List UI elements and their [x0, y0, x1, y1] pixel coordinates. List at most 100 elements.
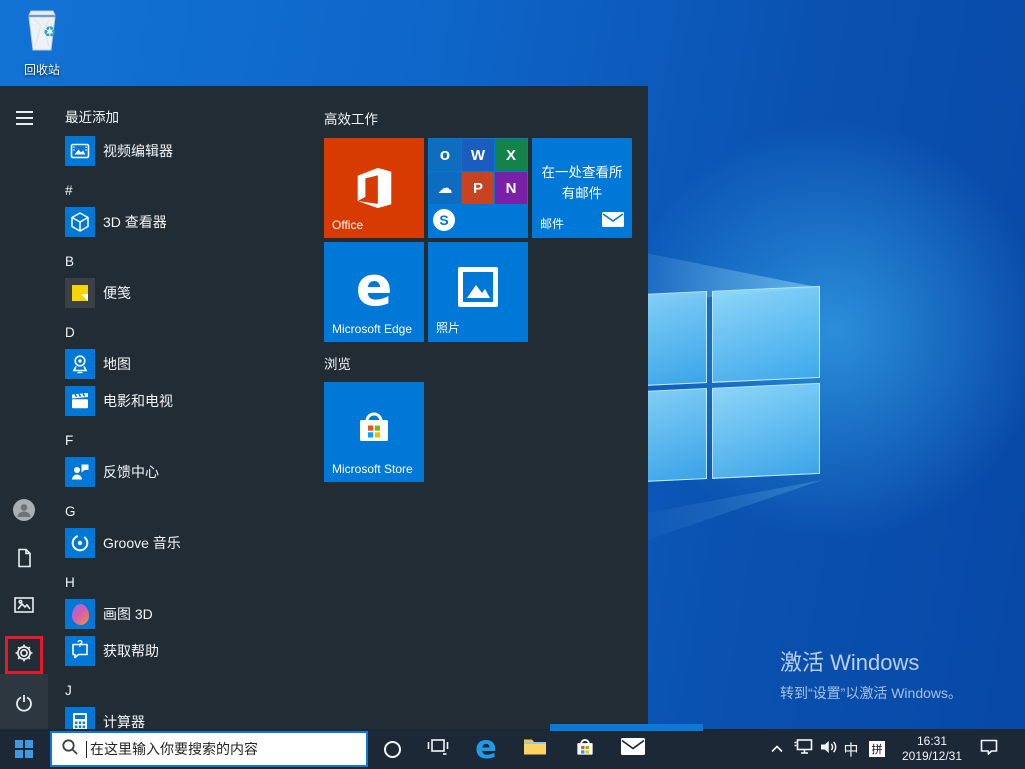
taskbar: e	[0, 728, 1025, 769]
get-help-icon: ?	[65, 636, 95, 666]
sticky-notes-icon	[65, 278, 95, 308]
skype-icon: S	[433, 209, 455, 231]
app-list-header-F[interactable]: F	[65, 423, 324, 457]
action-center-icon	[979, 738, 999, 761]
taskbar-search-box[interactable]	[50, 731, 368, 767]
file-explorer-button[interactable]	[517, 729, 553, 769]
app-item-video-editor[interactable]: 视频编辑器	[65, 136, 324, 166]
app-item-feedback-hub[interactable]: 反馈中心	[65, 457, 324, 487]
tray-clock-button[interactable]: 16:31 2019/12/31	[893, 729, 971, 769]
search-input[interactable]	[90, 741, 366, 757]
envelope-icon	[621, 738, 645, 760]
network-ethernet-icon	[793, 738, 815, 760]
tile-microsoft-edge[interactable]: e Microsoft Edge	[324, 242, 424, 342]
powerpoint-icon: P	[462, 172, 494, 204]
pictures-icon	[14, 596, 34, 618]
recycle-symbol-icon: ♻	[43, 24, 57, 41]
office-apps-mini-grid: o W X ☁ P N S	[428, 138, 528, 238]
expand-menu-button[interactable]	[0, 94, 48, 142]
start-menu-rail	[0, 86, 48, 729]
mail-tile-text: 在一处查看所有邮件	[541, 165, 623, 201]
video-editor-icon	[65, 136, 95, 166]
folder-icon	[523, 737, 547, 761]
start-menu: 最近添加 视频编辑器 # 3D 查看器 B 便笺 D 地图 电影和电视 F 反馈…	[0, 86, 648, 729]
tile-group-header-productivity[interactable]: 高效工作	[324, 108, 378, 128]
app-item-calculator[interactable]: 计算器	[65, 707, 324, 729]
app-item-get-help[interactable]: ? 获取帮助	[65, 636, 324, 666]
app-list-header-D[interactable]: D	[65, 315, 324, 349]
maps-icon	[65, 349, 95, 379]
app-item-maps[interactable]: 地图	[65, 349, 324, 379]
gear-icon	[14, 643, 34, 668]
app-list-header-B[interactable]: B	[65, 244, 324, 278]
envelope-icon	[602, 212, 624, 232]
tray-ime-language-button[interactable]: 中	[841, 729, 861, 769]
edge-icon: e	[475, 728, 497, 766]
user-account-button[interactable]	[0, 488, 48, 536]
chevron-up-icon	[770, 740, 784, 758]
document-icon	[15, 548, 33, 573]
app-list-header-J[interactable]: J	[65, 673, 324, 707]
tile-photos[interactable]: 照片	[428, 242, 528, 342]
tile-mail[interactable]: 在一处查看所有邮件 邮件	[532, 138, 632, 238]
app-label: 反馈中心	[103, 464, 159, 480]
tray-network-button[interactable]	[791, 729, 817, 769]
app-item-sticky-notes[interactable]: 便笺	[65, 278, 324, 308]
windows-logo-icon	[15, 740, 33, 758]
onedrive-icon: ☁	[429, 172, 461, 204]
tile-group-header-browse[interactable]: 浏览	[324, 353, 351, 373]
start-button[interactable]	[0, 729, 48, 769]
app-list-header-recent[interactable]: 最近添加	[65, 106, 324, 136]
app-list-header-H[interactable]: H	[65, 565, 324, 599]
tray-volume-button[interactable]	[817, 729, 841, 769]
cortana-button[interactable]	[374, 729, 410, 769]
app-item-groove-music[interactable]: Groove 音乐	[65, 528, 324, 558]
paint-3d-icon	[65, 599, 95, 629]
tile-label: Microsoft Edge	[332, 322, 413, 336]
tile-microsoft-store[interactable]: Microsoft Store	[324, 382, 424, 482]
action-center-button[interactable]	[974, 729, 1004, 769]
app-label: 便笺	[103, 285, 131, 301]
activate-windows-watermark: 激活 Windows 转到“设置”以激活 Windows。	[780, 645, 962, 703]
groove-music-icon	[65, 528, 95, 558]
tile-row: Office o W X ☁ P N S 在一处查看所有邮件 邮件	[324, 138, 632, 238]
excel-icon: X	[495, 139, 527, 171]
question-glyph: ?	[76, 639, 84, 650]
edge-taskbar-button[interactable]: e	[468, 728, 504, 769]
onenote-icon: N	[495, 172, 527, 204]
tile-office-apps-group[interactable]: o W X ☁ P N S	[428, 138, 528, 238]
tray-show-hidden-icons[interactable]	[768, 729, 786, 769]
tile-row: Microsoft Store	[324, 382, 424, 482]
settings-button[interactable]	[0, 631, 48, 679]
task-view-button[interactable]	[420, 729, 456, 769]
tray-ime-pinyin-button[interactable]: 拼	[866, 729, 888, 769]
tray-date: 2019/12/31	[901, 749, 963, 763]
tile-label: Office	[332, 218, 364, 232]
power-icon	[15, 694, 33, 717]
power-button[interactable]	[0, 681, 48, 729]
desktop-screen: ♻ 回收站 激活 Windows 转到“设置”以激活 Windows。 最近添加…	[0, 0, 1025, 769]
windows-logo-pane	[711, 285, 820, 383]
watermark-title: 激活 Windows	[780, 650, 920, 675]
app-item-3d-viewer[interactable]: 3D 查看器	[65, 207, 324, 237]
pictures-button[interactable]	[0, 583, 48, 631]
app-item-movies-tv[interactable]: 电影和电视	[65, 386, 324, 416]
recycle-bin-shortcut[interactable]: ♻ 回收站	[10, 6, 74, 78]
word-icon: W	[462, 139, 494, 171]
tile-office[interactable]: Office	[324, 138, 424, 238]
app-label: 3D 查看器	[103, 214, 167, 230]
app-item-paint-3d[interactable]: 画图 3D	[65, 599, 324, 629]
app-label: 地图	[103, 356, 131, 372]
outlook-icon: o	[429, 139, 461, 171]
watermark-subtitle: 转到“设置”以激活 Windows。	[780, 685, 963, 701]
store-taskbar-button[interactable]	[567, 729, 603, 769]
mail-taskbar-button[interactable]	[615, 729, 651, 769]
app-label: 电影和电视	[103, 393, 173, 409]
windows-logo-pane	[711, 382, 820, 479]
hamburger-icon	[15, 111, 33, 125]
documents-button[interactable]	[0, 536, 48, 584]
movies-tv-icon	[65, 386, 95, 416]
tile-label: Microsoft Store	[332, 462, 413, 476]
app-list-header-G[interactable]: G	[65, 494, 324, 528]
app-list-header-hash[interactable]: #	[65, 173, 324, 207]
